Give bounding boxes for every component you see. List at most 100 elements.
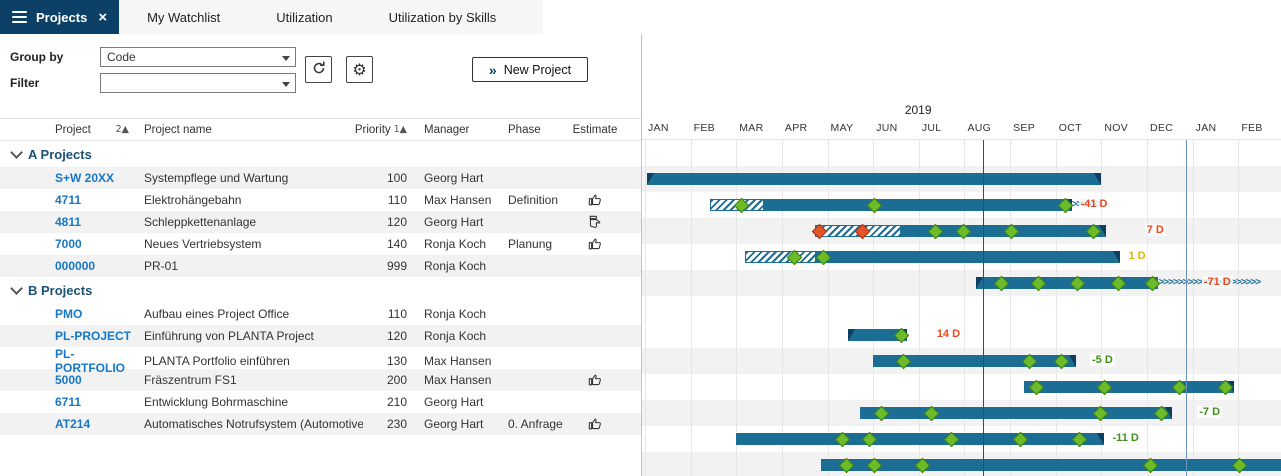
thumbs-up-icon[interactable] (565, 193, 625, 207)
project-priority: 210 (363, 395, 415, 409)
month-label: FEB (694, 122, 715, 134)
project-code-link[interactable]: AT214 (55, 417, 135, 431)
content-area: Group by Filter Code (0, 34, 1281, 476)
tab-utilization-by-skills[interactable]: Utilization by Skills (361, 0, 525, 34)
tab-projects[interactable]: Projects × (0, 0, 119, 34)
project-name: Automatisches Notrufsystem (Automotive) (135, 417, 363, 431)
group-by-value: Code (107, 50, 136, 64)
project-name: Fräszentrum FS1 (135, 373, 363, 387)
project-name: Aufbau eines Project Office (135, 307, 363, 321)
filter-select[interactable] (100, 73, 296, 93)
group-row[interactable]: B Projects (0, 277, 641, 303)
close-icon[interactable]: × (98, 10, 107, 25)
project-priority: 200 (363, 373, 415, 387)
gantt-bar[interactable] (764, 199, 1072, 211)
project-code-link[interactable]: PMO (55, 307, 135, 321)
project-manager: Max Hansen (415, 354, 499, 368)
project-manager: Georg Hart (415, 215, 499, 229)
bar-start-cap-icon (976, 277, 983, 289)
month-label: MAR (739, 122, 763, 134)
gantt-bar[interactable] (736, 433, 1103, 445)
new-project-button[interactable]: » New Project (472, 57, 588, 82)
month-label: APR (785, 122, 808, 134)
month-label: MAY (831, 122, 854, 134)
table-row[interactable]: 7000Neues Vertriebsystem140Ronja KochPla… (0, 233, 641, 255)
group-row[interactable]: A Projects (0, 141, 641, 167)
project-code-link[interactable]: 000000 (55, 259, 135, 273)
table-row[interactable]: 4711Elektrohängebahn110Max HansenDefinit… (0, 189, 641, 211)
table-row[interactable]: 000000PR-01999Ronja Koch (0, 255, 641, 277)
project-code-link[interactable]: 4811 (55, 215, 135, 229)
column-priority[interactable]: Priority 1▲ (363, 124, 415, 136)
toolbar: Group by Filter Code (0, 34, 641, 118)
group-by-select[interactable]: Code (100, 47, 296, 67)
project-code-link[interactable]: S+W 20XX (55, 171, 135, 185)
project-priority: 130 (363, 354, 415, 368)
project-code-link[interactable]: 5000 (55, 373, 135, 387)
table-row[interactable]: 5000Fräszentrum FS1200Max Hansen (0, 369, 641, 391)
month-gridline (1238, 140, 1239, 476)
table-row[interactable]: S+W 20XXSystempflege und Wartung100Georg… (0, 167, 641, 189)
gantt-bar[interactable] (816, 251, 1120, 263)
table-row[interactable]: PMOAufbau eines Project Office110Ronja K… (0, 303, 641, 325)
column-manager[interactable]: Manager (415, 124, 499, 136)
tab-label: Utilization by Skills (389, 10, 497, 25)
column-phase[interactable]: Phase (499, 124, 565, 136)
project-code-link[interactable]: PL-PORTFOLIO (55, 347, 135, 375)
column-project-name[interactable]: Project name (135, 124, 363, 136)
table-row[interactable]: PL-PORTFOLIOPLANTA Portfolio einführen13… (0, 347, 641, 369)
project-priority: 999 (363, 259, 415, 273)
gantt-bar[interactable] (860, 407, 1173, 419)
gantt-bar[interactable] (647, 173, 1101, 185)
month-label: JUL (922, 122, 942, 134)
gantt-bar-planned[interactable] (745, 251, 816, 263)
project-manager: Max Hansen (415, 373, 499, 387)
project-manager: Ronja Koch (415, 237, 499, 251)
table-row[interactable]: 6711Entwicklung Bohrmaschine210Georg Har… (0, 391, 641, 413)
project-code-link[interactable]: 7000 (55, 237, 135, 251)
thumbs-up-icon[interactable] (565, 417, 625, 431)
project-code-link[interactable]: PL-PROJECT (55, 329, 135, 343)
gantt-pane: 2019JANFEBMARAPRMAYJUNJULAUGSEPOCTNOVDEC… (642, 34, 1281, 476)
project-code-link[interactable]: 4711 (55, 193, 135, 207)
sort-badge: 1▲ (394, 124, 407, 135)
double-chevron-icon: » (489, 62, 497, 78)
table-row[interactable]: 4811Schleppkettenanlage120Georg Hart (0, 211, 641, 233)
month-label: DEC (1150, 122, 1173, 134)
month-gridline (873, 140, 874, 476)
month-gridline (1147, 140, 1148, 476)
project-code-link[interactable]: 6711 (55, 395, 135, 409)
month-gridline (828, 140, 829, 476)
bar-delay-label: 1 D (1127, 250, 1148, 262)
project-name: PR-01 (135, 259, 363, 273)
gantt-bar[interactable] (1024, 381, 1234, 393)
refresh-button[interactable] (305, 56, 332, 83)
project-name: PLANTA Portfolio einführen (135, 354, 363, 368)
tab-my-watchlist[interactable]: My Watchlist (119, 0, 248, 34)
tab-utilization[interactable]: Utilization (248, 0, 360, 34)
today-line (983, 140, 984, 476)
column-project[interactable]: Project 2▲ (55, 124, 135, 136)
thumbs-up-icon[interactable] (565, 237, 625, 251)
chevron-down-icon (282, 56, 290, 61)
bar-end-cap-icon (1094, 173, 1101, 185)
gantt-timescale: 2019JANFEBMARAPRMAYJUNJULAUGSEPOCTNOVDEC… (642, 34, 1281, 140)
table-row[interactable]: PL-PROJECTEinführung von PLANTA Project1… (0, 325, 641, 347)
project-manager: Max Hansen (415, 193, 499, 207)
thumbs-up-icon[interactable] (565, 373, 625, 387)
group-label: A Projects (28, 147, 92, 162)
bar-delay-label: -5 D (1090, 354, 1115, 366)
bar-delay-label: -7 D (1197, 406, 1222, 418)
menu-icon[interactable] (12, 11, 27, 23)
gantt-bar[interactable] (821, 459, 1281, 471)
thumb-sideways-icon[interactable] (565, 215, 625, 229)
tab-label: My Watchlist (147, 10, 220, 25)
project-priority: 100 (363, 171, 415, 185)
chevron-down-icon (282, 82, 290, 87)
month-gridline (736, 140, 737, 476)
column-estimate[interactable]: Estimate (565, 124, 625, 136)
settings-button[interactable]: ⚙ (346, 56, 373, 83)
project-phase: Definition (499, 193, 565, 207)
table-row[interactable]: AT214Automatisches Notrufsystem (Automot… (0, 413, 641, 435)
bar-delay-label: 7 D (1145, 224, 1166, 236)
